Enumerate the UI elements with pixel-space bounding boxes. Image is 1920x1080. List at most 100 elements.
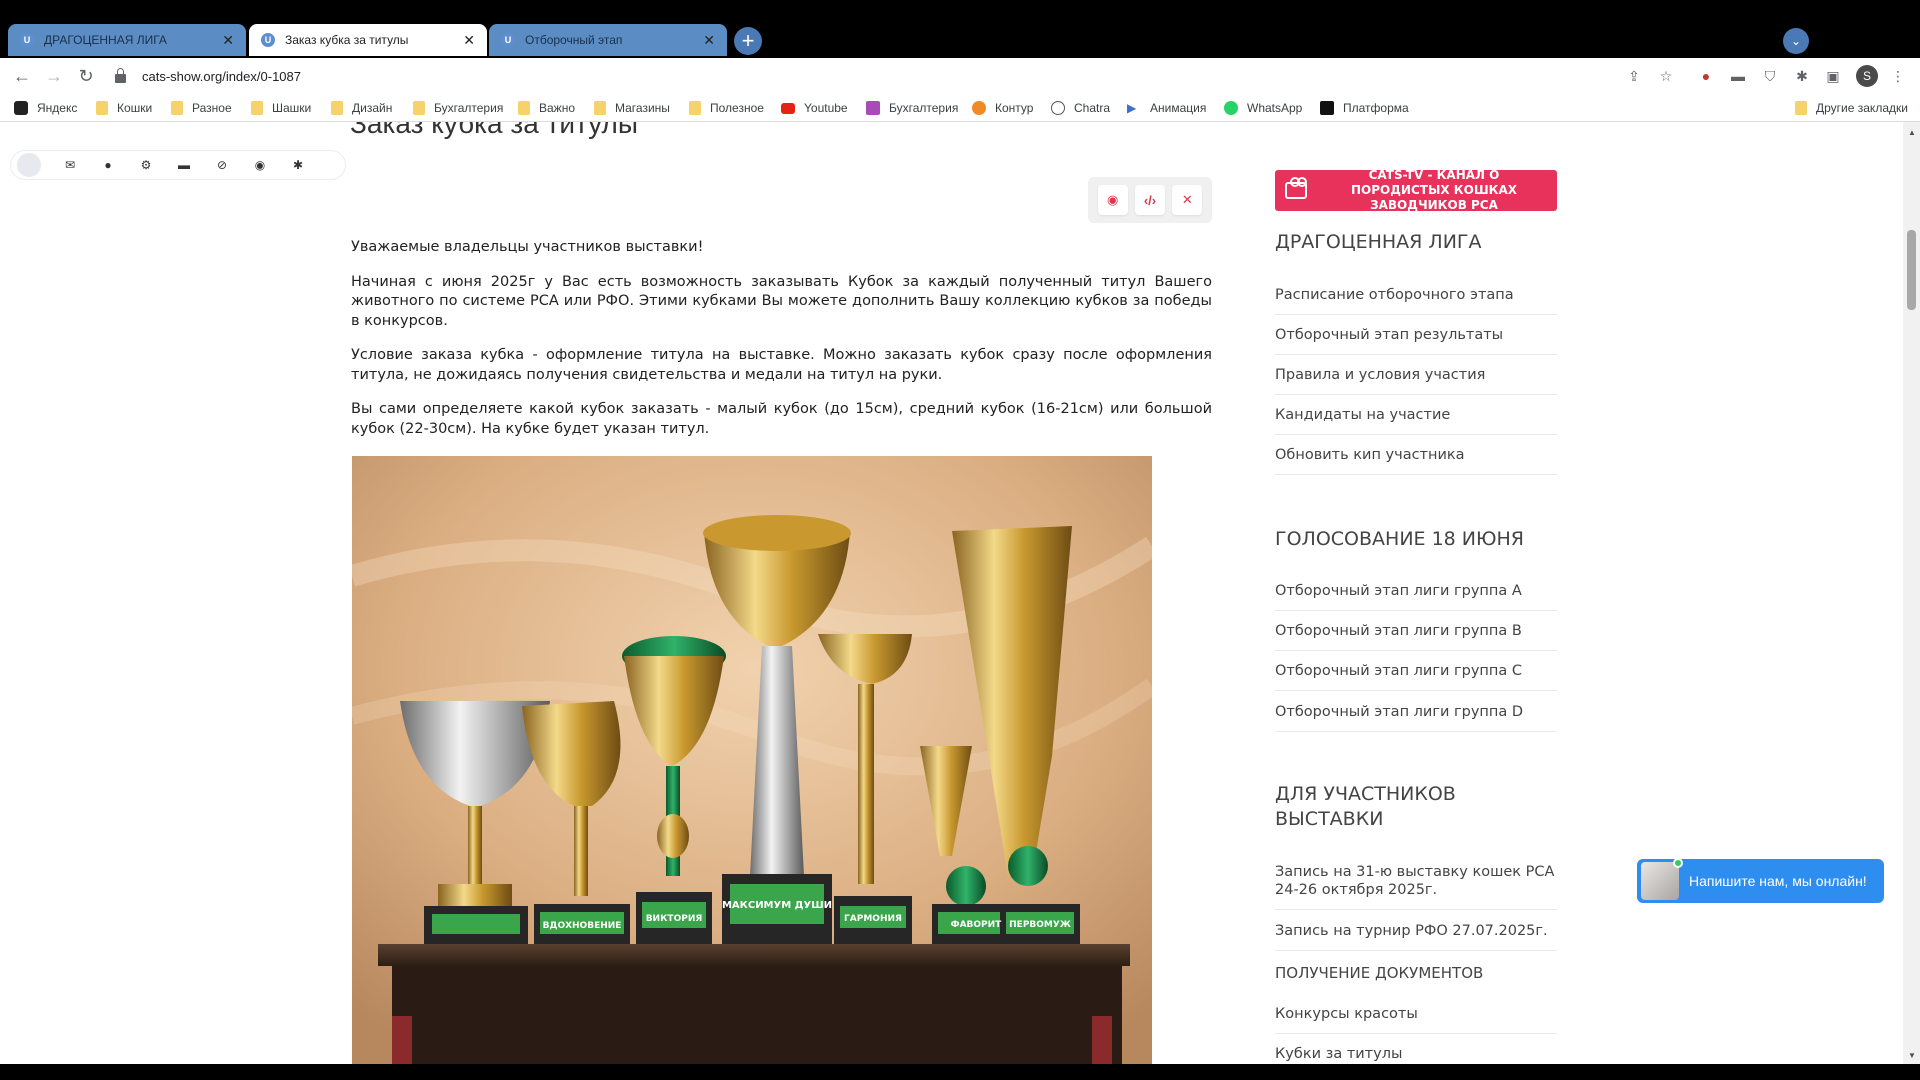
sidebar-link[interactable]: Отборочный этап лиги группа А [1275,582,1557,611]
article-paragraph: Условие заказа кубка - оформление титула… [351,347,1212,383]
online-status-icon [1673,858,1683,868]
sidebar-link[interactable]: Кандидаты на участие [1275,406,1557,435]
bookmark-folder[interactable]: Шашки [251,99,311,117]
tab-search-button[interactable]: ⌄ [1783,28,1809,54]
info-icon[interactable]: ● [89,158,127,172]
trophies-photo: ВДОХНОВЕНИЕ ВИКТОРИЯ МАКСИМУМ ДУШИ ГАРМО… [352,456,1152,1064]
sidebar-link[interactable]: Отборочный этап лиги группа В [1275,622,1557,651]
bookmark-folder[interactable]: Магазины [594,99,670,117]
extension-icon[interactable]: ● [1696,66,1716,86]
menu-kebab-icon[interactable]: ⋮ [1888,66,1908,86]
sidebar-link[interactable]: Отборочный этап результаты [1275,326,1557,355]
code-icon[interactable]: ‹/› [1134,185,1165,215]
bookmark-kontur[interactable]: Контур [972,99,1033,117]
side-panel-icon[interactable]: ▣ [1823,66,1843,86]
close-icon[interactable]: ✕ [703,32,715,49]
chat-label: Напишите нам, мы онлайн! [1689,873,1867,889]
folder-icon [96,101,108,115]
new-tab-button[interactable]: + [734,27,762,55]
back-button[interactable]: ← [10,64,34,88]
bookmark-folder[interactable]: Дизайн [331,99,392,117]
kontur-icon [972,101,986,115]
eye-icon[interactable]: ◉ [241,158,279,172]
sidebar-link[interactable]: Отборочный этап лиги группа С [1275,662,1557,691]
bookmark-chatra[interactable]: Chatra [1051,99,1110,117]
folder-icon [1795,101,1807,115]
sidebar-link[interactable]: Правила и условия участия [1275,366,1557,395]
close-icon[interactable]: ✕ [1172,185,1203,215]
shield-icon[interactable]: ⛉ [1760,66,1780,86]
yandex-icon [14,101,28,115]
block-icon[interactable]: ⊘ [203,158,241,172]
bookmark-platform[interactable]: Платформа [1320,99,1409,117]
article-paragraph: Вы сами определяете какой кубок заказать… [351,401,1212,437]
page-scrollbar[interactable]: ▲ ▼ [1903,122,1920,1064]
bookmark-yandex[interactable]: Яндекс [14,99,77,117]
url-text: cats-show.org/index/0-1087 [142,68,301,84]
bookmark-folder[interactable]: Разное [171,99,232,117]
profile-avatar[interactable]: S [1856,65,1878,87]
bookmarks-bar: Яндекс Кошки Разное Шашки Дизайн Бухгалт… [0,94,1920,122]
settings-icon[interactable]: ⚙ [127,158,165,172]
extensions-puzzle-icon[interactable]: ✱ [1792,66,1812,86]
close-icon[interactable]: ✕ [463,32,475,49]
bookmark-animation[interactable]: ▶ Анимация [1127,99,1206,117]
bookmark-youtube[interactable]: Youtube [781,99,848,117]
other-bookmarks[interactable]: Другие закладки [1795,99,1908,117]
greeting-paragraph: Уважаемые владельцы участников выставки! [351,239,704,255]
sidebar-link[interactable]: Кубки за титулы [1275,1045,1557,1064]
avatar[interactable] [17,153,41,177]
trophy-plaque-text: ФАВОРИТ [951,920,1003,930]
tab-otborochny-etap[interactable]: U Отборочный этап ✕ [489,24,727,56]
content-edit-controls: ◉ ‹/› ✕ [1088,177,1212,223]
forward-button[interactable]: → [42,64,66,88]
preview-eye-icon[interactable]: ◉ [1097,185,1128,215]
sidebar-link[interactable]: Обновить кип участника [1275,446,1557,475]
cats-tv-banner[interactable]: CATS-TV - КАНАЛ О ПОРОДИСТЫХ КОШКАХ ЗАВО… [1275,168,1557,212]
sidebar-link[interactable]: Отборочный этап лиги группа D [1275,703,1557,732]
bookmark-folder[interactable]: Бухгалтерия [413,99,503,117]
sidebar-link[interactable]: Запись на турнир РФО 27.07.2025г. [1275,922,1557,951]
page-viewport: Заказ кубка за титулы ✉ ● ⚙ ▬ ⊘ ◉ ✱ ◉ ‹/… [0,122,1920,1064]
folder-icon [518,101,530,115]
trophy-plaque-text: ВДОХНОВЕНИЕ [543,921,622,931]
bookmark-folder[interactable]: Важно [518,99,575,117]
scroll-up-arrow-icon[interactable]: ▲ [1908,128,1916,137]
tab-dragotsennaya-liga[interactable]: U ДРАГОЦЕННАЯ ЛИГА ✕ [8,24,246,56]
site-favicon-icon: U [501,33,515,47]
site-favicon-icon: U [261,33,275,47]
tab-title: ДРАГОЦЕННАЯ ЛИГА [44,33,167,47]
bookmark-whatsapp[interactable]: WhatsApp [1224,99,1302,117]
sidebar-link[interactable]: Конкурсы красоты [1275,1005,1557,1034]
bookmark-folder[interactable]: Полезное [689,99,764,117]
puzzle-icon[interactable]: ✱ [279,158,317,172]
reload-button[interactable]: ↻ [74,64,98,88]
site-favicon-icon: U [20,33,34,47]
tab-strip: U ДРАГОЦЕННАЯ ЛИГА ✕ U Заказ кубка за ти… [0,0,1920,58]
folder-icon [331,101,343,115]
bookmark-star-icon[interactable]: ☆ [1656,66,1676,86]
close-icon[interactable]: ✕ [222,32,234,49]
mail-icon[interactable]: ✉ [51,158,89,172]
scrollbar-thumb[interactable] [1907,230,1916,310]
trophy-plaque-text: МАКСИМУМ ДУШИ [722,900,832,911]
extension-icon[interactable]: ▬ [1728,66,1748,86]
folder-icon[interactable]: ▬ [165,158,203,172]
bookmark-folder[interactable]: Кошки [96,99,152,117]
chat-icon [1051,101,1065,115]
calculator-icon [866,101,880,115]
page-title: Заказ кубка за титулы [350,122,638,139]
share-icon[interactable]: ⇪ [1624,66,1644,86]
tab-zakaz-kubka[interactable]: U Заказ кубка за титулы ✕ [249,24,487,56]
bookmark-accounting[interactable]: Бухгалтерия [866,99,958,117]
lock-icon [115,67,126,83]
tab-title: Отборочный этап [525,33,623,47]
sidebar-link[interactable]: Запись на 31-ю выставку кошек РСА 24-26 … [1275,863,1557,910]
folder-icon [594,101,606,115]
address-bar[interactable]: cats-show.org/index/0-1087 [115,62,1695,90]
video-camera-icon [1285,177,1307,199]
cat-avatar [1641,858,1683,900]
sidebar-link[interactable]: Расписание отборочного этапа [1275,286,1557,315]
scroll-down-arrow-icon[interactable]: ▼ [1908,1051,1916,1060]
online-chat-widget[interactable]: Напишите нам, мы онлайн! [1637,858,1884,903]
